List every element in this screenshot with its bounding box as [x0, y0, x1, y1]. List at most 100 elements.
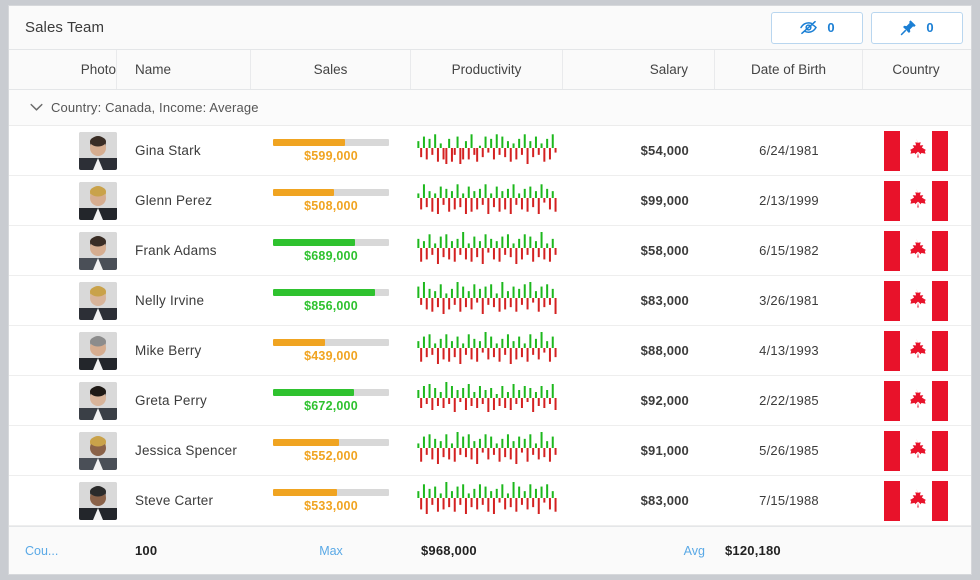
chevron-down-icon[interactable] — [25, 103, 47, 112]
pinned-columns-button[interactable]: 0 — [871, 11, 963, 44]
productivity-sparkline-chart — [417, 230, 557, 271]
cell-photo — [9, 376, 117, 425]
table-row[interactable]: Nelly Irvine $856,000 $83,000 3/26/1981 — [9, 276, 971, 326]
sales-value: $439,000 — [304, 348, 358, 363]
summary-avg-label-cell: Avg — [563, 527, 715, 574]
cell-salary: $88,000 — [563, 326, 715, 375]
cell-photo — [9, 176, 117, 225]
salary-value: $58,000 — [640, 243, 689, 258]
date-of-birth-value: 3/26/1981 — [759, 293, 819, 308]
column-header-salary[interactable]: Salary — [563, 50, 715, 89]
cell-name: Gina Stark — [117, 126, 251, 175]
employee-name: Frank Adams — [135, 243, 217, 258]
cell-country — [863, 326, 969, 375]
cell-photo — [9, 126, 117, 175]
summary-avg-value: $120,180 — [725, 543, 781, 558]
sales-progress-bar — [273, 238, 389, 246]
avatar — [79, 281, 117, 320]
salary-value: $88,000 — [640, 343, 689, 358]
titlebar-actions: 0 0 — [771, 11, 963, 44]
productivity-sparkline-chart — [417, 380, 557, 421]
group-header-row[interactable]: Country: Canada, Income: Average — [9, 90, 971, 126]
eye-slash-icon — [799, 20, 818, 35]
date-of-birth-value: 2/13/1999 — [759, 193, 819, 208]
summary-count-value: 100 — [135, 543, 158, 558]
cell-sales: $533,000 — [251, 476, 411, 525]
productivity-sparkline-chart — [417, 130, 557, 171]
column-header-sales[interactable]: Sales — [251, 50, 411, 89]
cell-salary: $58,000 — [563, 226, 715, 275]
group-header-label: Country: Canada, Income: Average — [51, 100, 259, 115]
column-header-productivity[interactable]: Productivity — [411, 50, 563, 89]
employee-name: Gina Stark — [135, 143, 201, 158]
sales-progress-bar — [273, 138, 389, 146]
column-header-country[interactable]: Country — [863, 50, 969, 89]
cell-salary: $92,000 — [563, 376, 715, 425]
avatar — [79, 231, 117, 270]
employee-name: Nelly Irvine — [135, 293, 205, 308]
salary-value: $92,000 — [640, 393, 689, 408]
cell-date-of-birth: 5/26/1985 — [715, 426, 863, 475]
cell-country — [863, 226, 969, 275]
productivity-sparkline-chart — [417, 480, 557, 521]
sales-value: $672,000 — [304, 398, 358, 413]
cell-productivity — [411, 126, 563, 175]
date-of-birth-value: 7/15/1988 — [759, 493, 819, 508]
avatar — [79, 331, 117, 370]
summary-avg-label[interactable]: Avg — [684, 544, 705, 558]
employee-name: Steve Carter — [135, 493, 214, 508]
cell-name: Mike Berry — [117, 326, 251, 375]
date-of-birth-value: 4/13/1993 — [759, 343, 819, 358]
canada-flag-icon — [884, 330, 948, 371]
avatar — [79, 131, 117, 170]
date-of-birth-value: 5/26/1985 — [759, 443, 819, 458]
cell-photo — [9, 426, 117, 475]
summary-max-value-cell: $968,000 — [411, 527, 563, 574]
cell-photo — [9, 326, 117, 375]
table-row[interactable]: Steve Carter $533,000 $83,000 7/15/1988 — [9, 476, 971, 526]
sales-value: $533,000 — [304, 498, 358, 513]
table-row[interactable]: Gina Stark $599,000 $54,000 6/24/1981 — [9, 126, 971, 176]
table-row[interactable]: Frank Adams $689,000 $58,000 6/15/1982 — [9, 226, 971, 276]
cell-sales: $599,000 — [251, 126, 411, 175]
cell-name: Glenn Perez — [117, 176, 251, 225]
sales-progress-bar — [273, 438, 389, 446]
sales-value: $856,000 — [304, 298, 358, 313]
summary-max-label[interactable]: Max — [319, 544, 343, 558]
canada-flag-icon — [884, 130, 948, 171]
summary-count-label[interactable]: Cou... — [25, 544, 58, 558]
table-row[interactable]: Greta Perry $672,000 $92,000 2/22/1985 — [9, 376, 971, 426]
cell-productivity — [411, 326, 563, 375]
summary-count-cell: Cou... — [9, 527, 117, 574]
sales-value: $689,000 — [304, 248, 358, 263]
table-row[interactable]: Glenn Perez $508,000 $99,000 2/13/1999 — [9, 176, 971, 226]
grid-titlebar: Sales Team 0 0 — [9, 6, 971, 50]
summary-avg-value-cell: $120,180 — [715, 527, 863, 574]
canada-flag-icon — [884, 430, 948, 471]
column-header-date-of-birth[interactable]: Date of Birth — [715, 50, 863, 89]
pin-icon — [900, 19, 917, 36]
grid-body: Gina Stark $599,000 $54,000 6/24/1981 Glenn … — [9, 126, 971, 526]
cell-country — [863, 476, 969, 525]
cell-salary: $83,000 — [563, 276, 715, 325]
cell-productivity — [411, 226, 563, 275]
table-row[interactable]: Jessica Spencer $552,000 $91,000 5/26/1985 — [9, 426, 971, 476]
cell-date-of-birth: 3/26/1981 — [715, 276, 863, 325]
sales-progress-bar — [273, 388, 389, 396]
cell-salary: $91,000 — [563, 426, 715, 475]
sales-progress-bar — [273, 338, 389, 346]
hidden-columns-button[interactable]: 0 — [771, 11, 863, 44]
sales-value: $599,000 — [304, 148, 358, 163]
date-of-birth-value: 2/22/1985 — [759, 393, 819, 408]
employee-name: Greta Perry — [135, 393, 207, 408]
canada-flag-icon — [884, 480, 948, 521]
column-header-name[interactable]: Name — [117, 50, 251, 89]
cell-sales: $672,000 — [251, 376, 411, 425]
column-header-photo[interactable]: Photo — [9, 50, 117, 89]
cell-country — [863, 176, 969, 225]
sales-progress-bar — [273, 188, 389, 196]
table-row[interactable]: Mike Berry $439,000 $88,000 4/13/1993 — [9, 326, 971, 376]
productivity-sparkline-chart — [417, 280, 557, 321]
avatar — [79, 431, 117, 470]
cell-productivity — [411, 276, 563, 325]
